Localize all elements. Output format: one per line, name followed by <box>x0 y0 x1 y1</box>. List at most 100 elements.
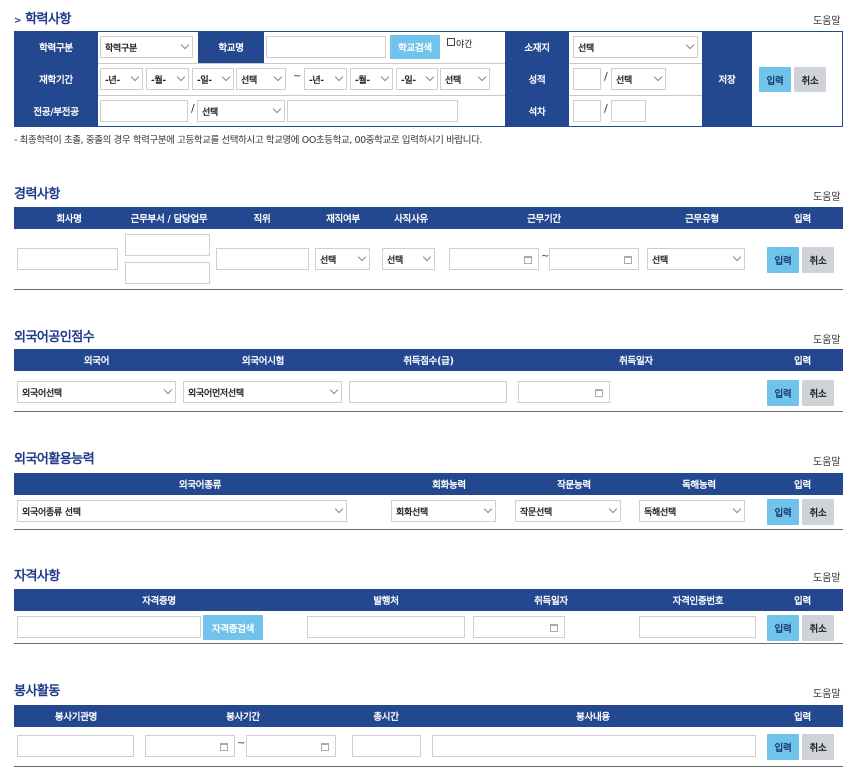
career-col-position: 직위 <box>214 207 310 229</box>
career-start-date[interactable] <box>449 248 539 270</box>
major-type-select[interactable]: 선택 <box>197 100 285 122</box>
volunteer-end-date[interactable] <box>246 735 336 757</box>
start-day-select[interactable]: -일- <box>192 68 234 90</box>
grade-scale-select[interactable]: 선택 <box>611 68 666 90</box>
end-year-select[interactable]: -년- <box>304 68 347 90</box>
career-bottom-line <box>14 289 843 290</box>
location-select[interactable]: 선택 <box>573 36 698 58</box>
start-month-select[interactable]: -월- <box>146 68 189 90</box>
career-end-date[interactable] <box>549 248 639 270</box>
score-input[interactable] <box>349 381 507 403</box>
volunteer-content-input[interactable] <box>432 735 756 757</box>
calendar-icon[interactable] <box>595 389 603 397</box>
calendar-icon[interactable] <box>524 256 532 264</box>
resume-form: > 학력사항 도움말 학력구분 학력구분 학교명 학교검색 야간 소재지 선택 … <box>0 0 856 781</box>
lang-score-input-button[interactable]: 입력 <box>767 380 799 406</box>
rank-slash: / <box>604 102 608 115</box>
night-checkbox[interactable] <box>447 38 455 46</box>
rank-input[interactable] <box>573 100 601 122</box>
cert-name-input[interactable] <box>17 616 201 638</box>
school-search-button[interactable]: 학교검색 <box>390 35 440 59</box>
lang-score-date[interactable] <box>518 381 610 403</box>
employed-select[interactable]: 선택 <box>315 248 370 270</box>
calendar-icon[interactable] <box>624 256 632 264</box>
speaking-select[interactable]: 회화선택 <box>391 500 496 522</box>
writing-select[interactable]: 작문선택 <box>515 500 621 522</box>
edu-input-button[interactable]: 입력 <box>759 67 791 92</box>
cert-number-input[interactable] <box>639 616 756 638</box>
calendar-icon[interactable] <box>550 624 558 632</box>
company-input[interactable] <box>17 248 118 270</box>
cert-cancel-button[interactable]: 취소 <box>802 615 834 641</box>
start-year-select[interactable]: -년- <box>100 68 143 90</box>
worktype-select[interactable]: 선택 <box>647 248 745 270</box>
cert-date[interactable] <box>473 616 565 638</box>
lang-ability-input-button[interactable]: 입력 <box>767 499 799 525</box>
chevron-down-icon <box>380 72 390 82</box>
lang-test-select[interactable]: 외국어먼저선택 <box>183 381 342 403</box>
career-col-input: 입력 <box>762 207 843 229</box>
edu-section-title: > 학력사항 <box>14 12 71 27</box>
chevron-down-icon <box>732 504 742 514</box>
volunteer-input-button[interactable]: 입력 <box>767 734 799 760</box>
volunteer-org-input[interactable] <box>17 735 134 757</box>
calendar-icon[interactable] <box>321 743 329 751</box>
end-day-select[interactable]: -일- <box>396 68 438 90</box>
end-status-select[interactable]: 선택 <box>440 68 490 90</box>
cert-search-button[interactable]: 자격증검색 <box>203 615 263 640</box>
career-input-button[interactable]: 입력 <box>767 247 799 273</box>
department-input[interactable] <box>125 234 210 256</box>
volunteer-start-date[interactable] <box>145 735 235 757</box>
lang-score-help-link[interactable]: 도움말 <box>813 331 841 346</box>
lang-score-bottom-line <box>14 411 843 412</box>
edu-major-header: 전공/부전공 <box>14 95 98 127</box>
chevron-down-icon <box>685 40 695 50</box>
start-status-select[interactable]: 선택 <box>236 68 286 90</box>
position-input[interactable] <box>216 248 309 270</box>
end-month-select[interactable]: -월- <box>350 68 393 90</box>
edu-cancel-button[interactable]: 취소 <box>794 67 826 92</box>
edu-location-header: 소재지 <box>505 31 569 63</box>
career-col-dept: 근무부서 / 담당업무 <box>124 207 214 229</box>
duty-input[interactable] <box>125 262 210 284</box>
edu-note: - 최종학력이 초졸, 중졸의 경우 학력구분에 고등학교를 선택하시고 학교명… <box>14 135 483 146</box>
lang-ability-col-kind: 외국어종류 <box>14 473 386 495</box>
volunteer-col-org: 봉사기관명 <box>14 705 138 727</box>
edu-help-link[interactable]: 도움말 <box>813 12 841 27</box>
career-help-link[interactable]: 도움말 <box>813 188 841 203</box>
lang-score-col-date: 취득일자 <box>510 349 762 371</box>
volunteer-col-hours: 총시간 <box>348 705 424 727</box>
volunteer-cancel-button[interactable]: 취소 <box>802 734 834 760</box>
edu-type-select[interactable]: 학력구분 <box>100 36 193 58</box>
cert-col-date: 취득일자 <box>468 589 634 611</box>
volunteer-hours-input[interactable] <box>352 735 421 757</box>
major-input[interactable] <box>100 100 188 122</box>
volunteer-help-link[interactable]: 도움말 <box>813 685 841 700</box>
reading-select[interactable]: 독해선택 <box>639 500 745 522</box>
grade-input[interactable] <box>573 68 601 90</box>
lang-ability-section-title: 외국어활용능력 <box>14 452 95 467</box>
lang-score-col-lang: 외국어 <box>14 349 179 371</box>
calendar-icon[interactable] <box>220 743 228 751</box>
lang-ability-cancel-button[interactable]: 취소 <box>802 499 834 525</box>
lang-ability-bottom-line <box>14 529 843 530</box>
chevron-down-icon <box>272 104 282 114</box>
cert-input-button[interactable]: 입력 <box>767 615 799 641</box>
career-cancel-button[interactable]: 취소 <box>802 247 834 273</box>
minor-input[interactable] <box>287 100 458 122</box>
cert-help-link[interactable]: 도움말 <box>813 569 841 584</box>
grade-slash: / <box>604 70 608 83</box>
volunteer-period-separator: ~ <box>237 738 246 749</box>
issuer-input[interactable] <box>307 616 465 638</box>
rank-total-input[interactable] <box>611 100 646 122</box>
lang-ability-help-link[interactable]: 도움말 <box>813 453 841 468</box>
chevron-down-icon <box>732 252 742 262</box>
volunteer-col-period: 봉사기간 <box>138 705 348 727</box>
major-slash: / <box>191 102 195 115</box>
lang-kind-select[interactable]: 외국어종류 선택 <box>17 500 347 522</box>
lang-score-col-input: 입력 <box>762 349 843 371</box>
school-name-input[interactable] <box>266 36 386 58</box>
reason-select[interactable]: 선택 <box>382 248 435 270</box>
lang-score-cancel-button[interactable]: 취소 <box>802 380 834 406</box>
lang-select[interactable]: 외국어선택 <box>17 381 176 403</box>
